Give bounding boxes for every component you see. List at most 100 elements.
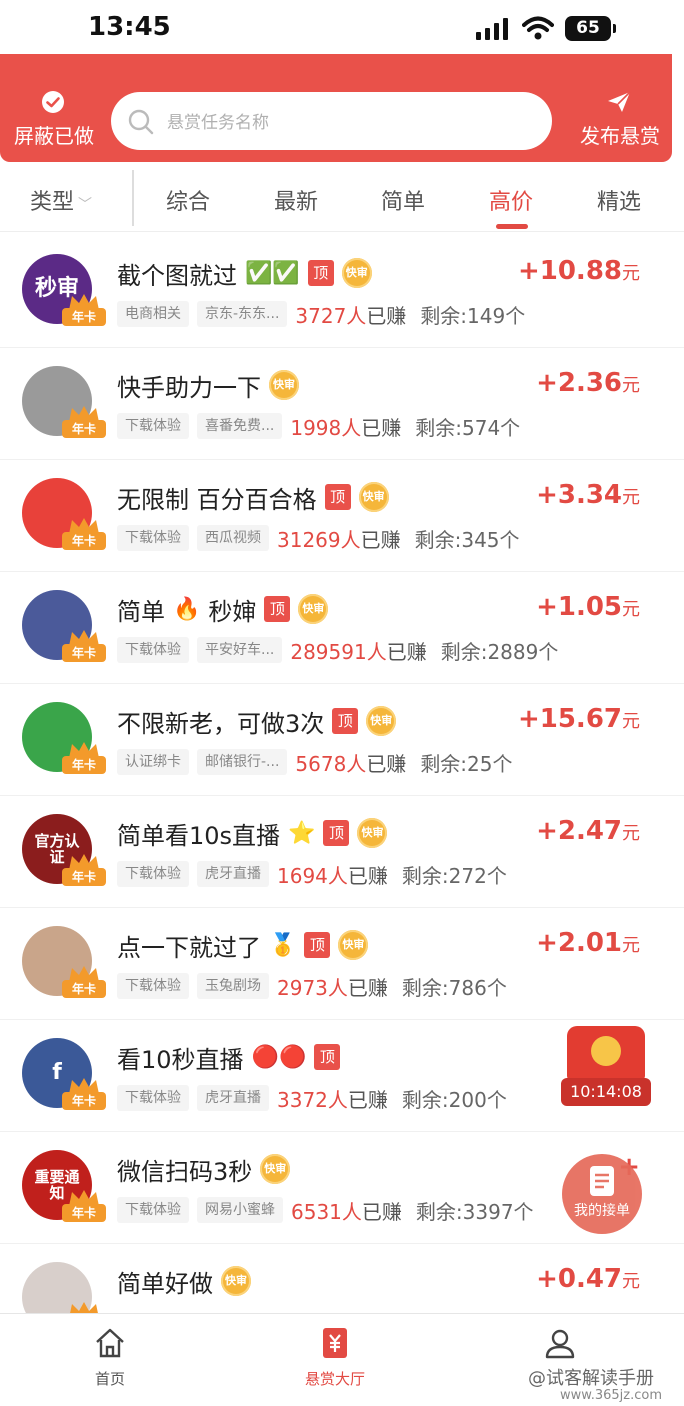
tab-simple[interactable]: 简单: [381, 184, 425, 216]
reward-unit: 元: [622, 263, 640, 284]
task-list-item[interactable]: 年卡 点一下就过了 🥇 顶快审 +2.01元 下载体验 玉兔剧场 2973人已赚 剩余:786个: [0, 908, 684, 1020]
earned-number: 289591人: [290, 639, 387, 664]
category-chip: 下载体验: [117, 525, 189, 551]
task-list-item[interactable]: 年卡 简单 🔥 秒婶顶快审 +1.05元 下载体验 平安好车... 289591人已赚 剩余:2…: [0, 572, 684, 684]
pinned-tag: 顶: [332, 708, 359, 734]
earned-number: 5678人: [295, 751, 367, 776]
task-list-item[interactable]: 年卡 不限新老，可做3次顶快审 +15.67元 认证绑卡 邮储银行-... 5678人已赚…: [0, 684, 684, 796]
task-meta: 认证绑卡 邮储银行-... 5678人已赚 剩余:25个: [117, 748, 513, 776]
task-title-suffix: 秒婶: [208, 597, 257, 626]
task-title-row: 不限新老，可做3次顶快审: [117, 704, 397, 738]
clipboard-icon: [590, 1166, 614, 1196]
title-emoji: ⭐: [288, 820, 316, 846]
task-title: 微信扫码3秒: [117, 1157, 253, 1186]
task-title-row: 简单看10s直播 ⭐ 顶快审: [117, 816, 388, 850]
status-bar: 13:45 65: [0, 0, 684, 56]
pinned-tag: 顶: [307, 260, 334, 286]
earned-suffix: 已赚: [347, 1087, 388, 1112]
task-list-item[interactable]: 官方认证 年卡 简单看10s直播 ⭐ 顶快审 +2.47元 下载体验 虎牙直播 1694人已赚剩…: [0, 796, 684, 908]
annual-card-badge: 年卡: [62, 294, 106, 326]
earned-number: 6531人: [291, 1199, 362, 1224]
status-time: 13:45: [88, 12, 171, 42]
earned-count: 1694人已赚: [277, 860, 388, 889]
annual-card-label: 年卡: [62, 644, 106, 662]
annual-card-badge: 年卡: [62, 742, 106, 774]
type-filter-label: 类型: [30, 190, 75, 215]
earned-count: 2973人已赚: [277, 972, 388, 1001]
reward-unit: 元: [622, 711, 640, 732]
task-title: 简单看10s直播: [117, 821, 281, 850]
task-meta: 下载体验 虎牙直播 3372人已赚 剩余:200个: [117, 1084, 507, 1112]
tab-divider: [132, 170, 134, 226]
reward-amount: +1.05: [536, 592, 622, 622]
tab-featured[interactable]: 精选: [597, 184, 641, 216]
hide-done-button[interactable]: 屏蔽已做: [0, 54, 108, 162]
task-list-item[interactable]: 年卡 无限制 百分百合格顶快审 +3.34元 下载体验 西瓜视频 31269人已赚 剩余:3…: [0, 460, 684, 572]
tab-latest[interactable]: 最新: [274, 184, 318, 216]
task-list-item[interactable]: 年卡 快手助力一下 快审 +2.36元 下载体验 喜番免费... 1998人已赚 剩余:574…: [0, 348, 684, 460]
red-packet-timer-widget[interactable]: 10:14:08: [561, 1024, 651, 1110]
platform-chip: 京东-东东...: [197, 301, 288, 327]
annual-card-label: 年卡: [62, 420, 106, 438]
annual-card-badge: 年卡: [62, 1078, 106, 1110]
nav-home[interactable]: 首页: [50, 1326, 170, 1389]
watermark-url: www.365jz.com: [560, 1388, 662, 1403]
earned-number: 3727人: [295, 303, 367, 328]
category-chip: 下载体验: [117, 1197, 189, 1223]
task-reward: +2.36元: [536, 368, 640, 398]
paper-plane-icon: [608, 91, 631, 112]
search-icon: [128, 109, 154, 135]
hide-done-label: 屏蔽已做: [14, 124, 94, 148]
remaining-count: 剩余:3397个: [415, 1199, 534, 1224]
my-orders-label: 我的接单: [574, 1203, 630, 1219]
publish-reward-button[interactable]: 发布悬赏: [568, 54, 672, 162]
task-meta: 下载体验 玉兔剧场 2973人已赚 剩余:786个: [117, 972, 507, 1000]
task-title: 无限制 百分百合格: [117, 485, 317, 514]
annual-card-label: 年卡: [62, 1204, 106, 1222]
task-title-row: 截个图就过 ✅✅ 顶快审: [117, 256, 372, 290]
earned-number: 1694人: [277, 863, 348, 888]
annual-card-label: 年卡: [62, 980, 106, 998]
annual-card-badge: 年卡: [62, 630, 106, 662]
platform-chip: 虎牙直播: [197, 861, 269, 887]
title-emoji: ✅✅: [245, 260, 300, 286]
nav-reward-hall[interactable]: 悬赏大厅: [275, 1326, 395, 1389]
tab-comprehensive[interactable]: 综合: [166, 184, 210, 216]
earned-suffix: 已赚: [347, 863, 388, 888]
title-emoji: 🔴🔴: [251, 1044, 307, 1070]
earned-suffix: 已赚: [386, 639, 427, 664]
task-title-row: 简单 🔥 秒婶顶快审: [117, 592, 329, 626]
signal-icon: [476, 18, 508, 40]
task-title-row: 快手助力一下 快审: [117, 368, 299, 402]
earned-suffix: 已赚: [361, 1199, 402, 1224]
category-chip: 下载体验: [117, 973, 189, 999]
reward-hall-icon: [323, 1328, 347, 1358]
task-reward: +0.47元: [536, 1264, 640, 1294]
earned-count: 1998人已赚: [290, 412, 401, 441]
reward-amount: +2.36: [536, 368, 622, 398]
task-list-item[interactable]: 秒审 年卡 截个图就过 ✅✅ 顶快审 +10.88元 电商相关 京东-东东... 3727人已赚…: [0, 236, 684, 348]
earned-suffix: 已赚: [366, 751, 407, 776]
reward-amount: +0.47: [536, 1264, 622, 1294]
annual-card-badge: 年卡: [62, 1190, 106, 1222]
search-placeholder: 悬赏任务名称: [167, 113, 269, 133]
earned-count: 5678人已赚: [295, 748, 406, 777]
check-circle-icon: [42, 91, 64, 113]
platform-chip: 邮储银行-...: [197, 749, 288, 775]
earned-number: 2973人: [277, 975, 348, 1000]
tab-high-price[interactable]: 高价: [489, 184, 533, 216]
platform-chip: 西瓜视频: [197, 525, 269, 551]
nav-profile[interactable]: [500, 1326, 620, 1360]
type-filter-dropdown[interactable]: 类型 ﹀: [30, 184, 92, 216]
earned-count: 3372人已赚: [277, 1084, 388, 1113]
fast-review-badge: 快审: [298, 594, 329, 624]
task-reward: +2.47元: [536, 816, 640, 846]
my-orders-button[interactable]: 我的接单: [562, 1154, 642, 1234]
reward-amount: +2.01: [536, 928, 622, 958]
annual-card-badge: 年卡: [62, 854, 106, 886]
pinned-tag: 顶: [314, 1044, 341, 1070]
category-chip: 下载体验: [117, 413, 189, 439]
search-input[interactable]: 悬赏任务名称: [111, 92, 552, 150]
task-title: 点一下就过了: [117, 933, 261, 962]
task-title: 简单好做: [117, 1269, 213, 1298]
